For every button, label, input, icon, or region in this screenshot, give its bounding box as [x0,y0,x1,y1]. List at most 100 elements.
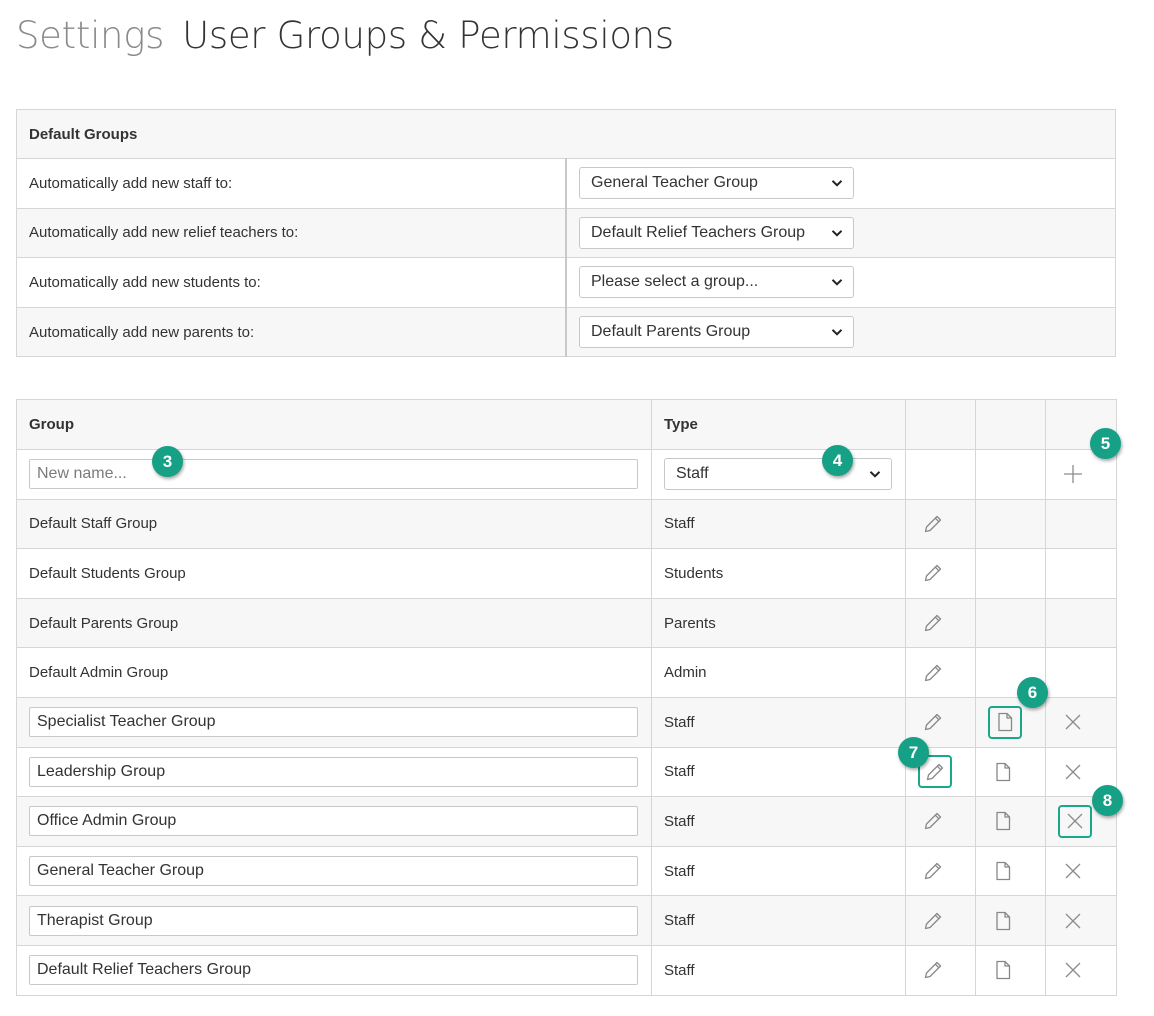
table-row: Default Relief Teachers Group Staff [16,944,1117,996]
callout-badge: 7 [898,737,929,768]
edit-group-button[interactable] [918,906,948,936]
edit-group-button[interactable] [918,707,948,737]
copy-icon [996,961,1011,980]
group-type: Admin [651,647,906,698]
default-row-label: Automatically add new students to: [16,257,567,308]
group-name-input[interactable]: General Teacher Group [29,856,638,887]
page-heading: Settings User Groups & Permissions [16,14,674,57]
delete-group-button[interactable] [1058,804,1092,838]
default-row-staff: Automatically add new staff to: General … [16,158,1116,209]
pencil-icon [924,714,942,731]
delete-group-button[interactable] [1058,955,1088,985]
chevron-down-icon [869,471,881,478]
delete-group-button[interactable] [1058,906,1088,936]
default-row-label: Automatically add new relief teachers to… [16,207,567,259]
default-row-parents: Automatically add new parents to: Defaul… [16,306,1116,358]
callout-badge: 4 [822,445,853,476]
pencil-icon [924,515,942,533]
select-value: Default Parents Group [591,323,751,341]
copy-icon [996,812,1011,831]
callout-badge: 8 [1092,785,1123,816]
copy-group-button[interactable] [988,705,1022,739]
group-name-input[interactable]: Leadership Group [29,756,638,787]
group-name-input[interactable]: Office Admin Group [29,806,638,837]
table-row: Default Students Group Students [16,548,1117,599]
edit-group-button[interactable] [918,806,948,836]
column-header-group: Group [16,399,652,450]
select-value: Please select a group... [591,273,759,291]
group-name-input[interactable]: Default Relief Teachers Group [29,955,638,986]
close-icon [1065,714,1081,730]
select-value: General Teacher Group [591,174,758,192]
group-type: Staff [651,845,906,897]
chevron-down-icon [831,329,843,336]
close-icon [1065,764,1081,780]
pencil-icon [924,912,942,929]
edit-group-button[interactable] [918,509,948,539]
group-name: Default Parents Group [16,597,652,649]
default-row-students: Automatically add new students to: Pleas… [16,257,1116,308]
default-row-label: Automatically add new staff to: [16,158,567,209]
default-staff-group-select[interactable]: General Teacher Group [579,167,854,200]
pencil-icon [924,614,942,632]
pencil-icon [924,962,942,979]
callout-badge: 6 [1017,677,1048,708]
group-name: Default Students Group [16,548,652,599]
table-row: Leadership Group Staff [16,746,1117,798]
chevron-down-icon [831,279,843,287]
close-icon [1067,813,1083,829]
copy-group-button[interactable] [988,806,1018,836]
copy-icon [996,762,1011,782]
pencil-icon [924,664,942,681]
edit-group-button[interactable] [918,856,948,886]
callout-badge: 5 [1090,428,1121,459]
add-group-button[interactable] [1058,459,1088,489]
default-parents-group-select[interactable]: Default Parents Group [579,316,854,349]
edit-group-button[interactable] [918,955,948,985]
default-relief-group-select[interactable]: Default Relief Teachers Group [579,216,854,249]
groups-table: Group Type New name... Staff Default Sta… [16,399,1117,996]
group-type: Staff [651,944,906,996]
group-type: Parents [651,597,906,649]
group-type: Students [651,548,906,599]
delete-group-button[interactable] [1058,856,1088,886]
copy-icon [996,861,1011,881]
close-icon [1065,962,1081,978]
close-icon [1065,863,1081,879]
group-type: Staff [651,498,906,550]
new-group-type-select[interactable]: Staff [664,458,892,491]
default-row-relief: Automatically add new relief teachers to… [16,207,1116,259]
default-students-group-select[interactable]: Please select a group... [579,266,854,299]
delete-group-button[interactable] [1058,757,1088,787]
select-value: Default Relief Teachers Group [591,223,806,241]
copy-group-button[interactable] [988,906,1018,936]
plus-icon [1064,465,1082,484]
group-type: Staff [651,796,906,847]
edit-group-button[interactable] [918,658,948,688]
table-row: Office Admin Group Staff [16,796,1117,847]
edit-group-button[interactable] [918,558,948,588]
copy-group-button[interactable] [988,955,1018,985]
delete-group-button[interactable] [1058,707,1088,737]
group-name-input[interactable]: Specialist Teacher Group [29,707,638,738]
copy-group-button[interactable] [988,757,1018,787]
pencil-icon [924,813,942,830]
group-name: Default Staff Group [16,498,652,550]
close-icon [1065,913,1081,929]
default-groups-heading: Default Groups [16,109,1116,159]
chevron-down-icon [831,180,843,187]
table-row: General Teacher Group Staff [16,845,1117,897]
chevron-down-icon [831,229,843,237]
pencil-icon [926,763,944,781]
table-row: Therapist Group Staff [16,895,1117,946]
group-type: Staff [651,696,906,748]
default-row-label: Automatically add new parents to: [16,306,567,358]
edit-group-button[interactable] [918,608,948,638]
group-name-input[interactable]: Therapist Group [29,905,638,936]
copy-group-button[interactable] [988,856,1018,886]
group-name: Default Admin Group [16,647,652,698]
breadcrumb[interactable]: Settings [16,14,164,57]
table-row: Default Staff Group Staff [16,498,1117,550]
table-row: Default Parents Group Parents [16,597,1117,649]
new-group-name-input[interactable]: New name... [29,459,638,490]
